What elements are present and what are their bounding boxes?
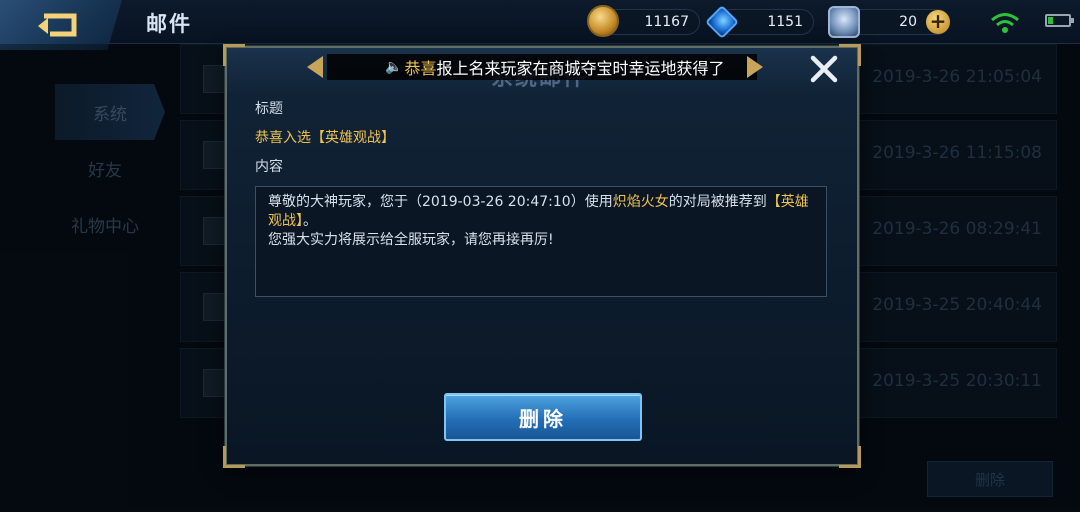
wifi-icon xyxy=(991,13,1019,33)
content-text: 尊敬的大神玩家，您于（2019-03-26 20:47:10）使用 xyxy=(268,194,613,210)
add-currency-button[interactable]: + xyxy=(926,10,950,34)
subject-label: 标题 xyxy=(255,101,283,117)
content-text-line2: 您强大实力将展示给全服玩家，请您再接再厉! xyxy=(268,232,554,248)
back-arrow-icon xyxy=(38,13,77,37)
arrow-right-icon xyxy=(747,56,763,78)
mail-detail-modal: 系统邮件 🔈 恭喜 报上名来玩家在商城夺宝时幸运地获得了 标题 恭喜入选【英雄观… xyxy=(223,44,861,468)
top-bar: 邮件 11167 1151 20 + xyxy=(0,0,1080,50)
announcement-marquee: 🔈 恭喜 报上名来玩家在商城夺宝时幸运地获得了 xyxy=(327,54,757,80)
content-text: 的对局被推荐到 xyxy=(668,194,767,210)
content-text: 。 xyxy=(303,213,317,229)
battery-icon xyxy=(1045,14,1074,27)
back-button[interactable] xyxy=(0,0,122,50)
marquee-text: 报上名来玩家在商城夺宝时幸运地获得了 xyxy=(436,59,725,78)
ticket-value: 20 xyxy=(899,14,917,30)
mail-subject: 恭喜入选【英雄观战】 xyxy=(255,130,395,146)
marquee-highlight: 恭喜 xyxy=(404,59,437,78)
modal-header: 系统邮件 🔈 恭喜 报上名来玩家在商城夺宝时幸运地获得了 xyxy=(227,48,857,92)
voucher-icon xyxy=(828,6,860,38)
close-button[interactable] xyxy=(807,52,841,86)
mail-content: 尊敬的大神玩家，您于（2019-03-26 20:47:10）使用炽焰火女的对局… xyxy=(255,186,827,297)
gold-coin-icon xyxy=(587,5,619,37)
delete-button[interactable]: 删除 xyxy=(444,393,642,441)
hero-name: 炽焰火女 xyxy=(612,194,669,210)
page-title: 邮件 xyxy=(146,12,192,36)
content-label: 内容 xyxy=(255,159,283,175)
gold-value: 11167 xyxy=(644,14,689,30)
speaker-icon: 🔈 xyxy=(385,59,403,75)
close-icon xyxy=(810,55,838,83)
gem-value: 1151 xyxy=(767,14,803,30)
arrow-left-icon xyxy=(307,56,323,78)
